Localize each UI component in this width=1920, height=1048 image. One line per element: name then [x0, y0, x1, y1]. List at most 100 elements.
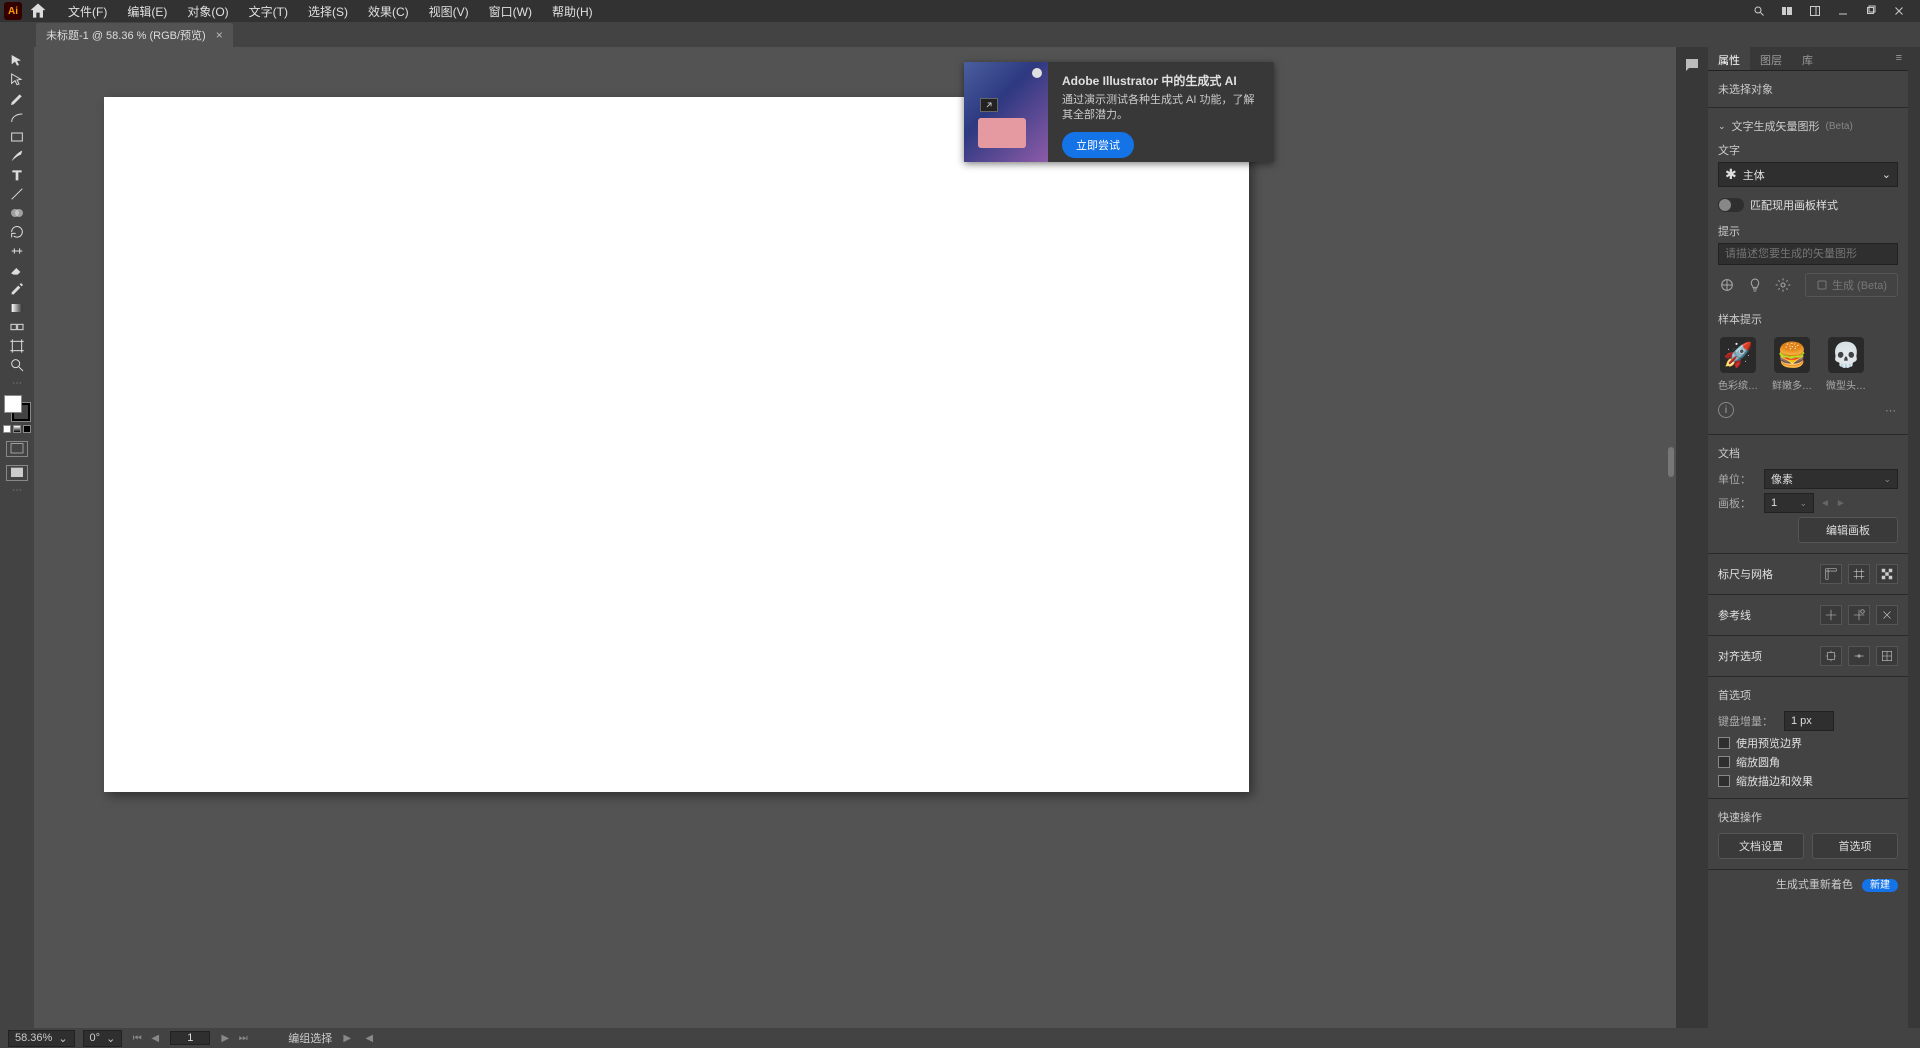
tab-layers[interactable]: 图层	[1750, 47, 1792, 70]
doc-settings-button[interactable]: 文档设置	[1718, 833, 1804, 859]
kbd-increment-input[interactable]	[1784, 711, 1834, 731]
popup-open-icon[interactable]	[980, 98, 998, 112]
menu-window[interactable]: 窗口(W)	[479, 0, 542, 24]
transparency-grid-icon[interactable]	[1876, 564, 1898, 584]
shape-builder-tool[interactable]	[3, 203, 31, 222]
smart-guides-icon[interactable]	[1876, 605, 1898, 625]
zoom-select[interactable]: 58.36%⌄	[8, 1030, 75, 1047]
artboard-index-input[interactable]	[170, 1031, 210, 1045]
menu-type[interactable]: 文字(T)	[239, 0, 298, 24]
canvas-area[interactable]: Adobe Illustrator 中的生成式 AI 通过演示测试各种生成式 A…	[34, 47, 1676, 1028]
gradient-tool[interactable]	[3, 298, 31, 317]
menu-object[interactable]: 对象(O)	[177, 0, 238, 24]
prev-artboard-icon[interactable]: ◀	[148, 1031, 162, 1045]
next-artboard-icon[interactable]: ▶	[218, 1031, 232, 1045]
minimize-icon[interactable]	[1836, 4, 1850, 18]
line-tool[interactable]	[3, 184, 31, 203]
gear-icon[interactable]	[1774, 276, 1792, 294]
menu-select[interactable]: 选择(S)	[298, 0, 358, 24]
edit-artboard-button[interactable]: 编辑画板	[1798, 517, 1898, 543]
eraser-tool[interactable]	[3, 260, 31, 279]
pen-tool[interactable]	[3, 89, 31, 108]
artboard-tool[interactable]	[3, 336, 31, 355]
menu-file[interactable]: 文件(F)	[58, 0, 117, 24]
show-guides-icon[interactable]	[1820, 605, 1842, 625]
snap-point-icon[interactable]	[1848, 646, 1870, 666]
fill-swatch[interactable]	[4, 395, 22, 413]
scroll-left-icon[interactable]: ◀	[362, 1031, 376, 1045]
prompt-input[interactable]	[1718, 243, 1898, 265]
comments-panel-icon[interactable]	[1680, 53, 1704, 77]
generate-button[interactable]: 生成 (Beta)	[1805, 273, 1898, 297]
menu-view[interactable]: 视图(V)	[419, 0, 479, 24]
curvature-tool[interactable]	[3, 108, 31, 127]
selection-tool[interactable]	[3, 51, 31, 70]
color-mode-none[interactable]	[23, 425, 31, 433]
panel-scrollbar[interactable]	[1908, 47, 1920, 1028]
maximize-icon[interactable]	[1864, 4, 1878, 18]
zoom-tool[interactable]	[3, 355, 31, 374]
toolbar-more-icon[interactable]: ⋯	[12, 485, 22, 496]
first-artboard-icon[interactable]: ⏮	[130, 1031, 144, 1045]
doc-tab[interactable]: 未标题-1 @ 58.36 % (RGB/预览) ×	[36, 23, 233, 47]
menu-help[interactable]: 帮助(H)	[542, 0, 603, 24]
width-tool[interactable]	[3, 241, 31, 260]
blend-tool[interactable]	[3, 317, 31, 336]
menu-effect[interactable]: 效果(C)	[358, 0, 419, 24]
preferences-button[interactable]: 首选项	[1812, 833, 1898, 859]
screen-mode-icon[interactable]	[6, 465, 28, 481]
canvas-scrollbar-vertical[interactable]	[1668, 447, 1674, 477]
panel-menu-icon[interactable]: ≡	[1890, 47, 1908, 70]
gen-recolor-new-button[interactable]: 新建	[1862, 879, 1898, 892]
arrange-docs-icon[interactable]	[1780, 4, 1794, 18]
eyedropper-tool[interactable]	[3, 279, 31, 298]
search-icon[interactable]	[1752, 4, 1766, 18]
artboard[interactable]	[104, 97, 1249, 792]
snap-grid-icon[interactable]	[1876, 646, 1898, 666]
snap-pixel-icon[interactable]	[1820, 646, 1842, 666]
t2v-accordion[interactable]: ⌄ 文字生成矢量图形 (Beta)	[1718, 114, 1898, 138]
last-artboard-icon[interactable]: ⏭	[236, 1031, 250, 1045]
more-options-icon[interactable]: ⋯	[1885, 404, 1898, 417]
grid-icon[interactable]	[1848, 564, 1870, 584]
lightbulb-icon[interactable]	[1746, 276, 1764, 294]
style-picker-icon[interactable]	[1718, 276, 1736, 294]
close-window-icon[interactable]	[1892, 4, 1906, 18]
rotate-tool[interactable]	[3, 222, 31, 241]
color-mode-solid[interactable]	[3, 425, 11, 433]
sample-burger[interactable]: 🍔 鲜嫩多…	[1772, 337, 1812, 392]
workspace-icon[interactable]	[1808, 4, 1822, 18]
sample-skull[interactable]: 💀 微型头…	[1826, 337, 1866, 392]
artboard-next-icon[interactable]: ►	[1836, 498, 1846, 509]
lock-guides-icon[interactable]	[1848, 605, 1870, 625]
edit-toolbar-icon[interactable]: ⋯	[12, 378, 22, 389]
close-tab-icon[interactable]: ×	[216, 28, 223, 42]
menu-edit[interactable]: 编辑(E)	[117, 0, 177, 24]
sample-rocket[interactable]: 🚀 色彩缤…	[1718, 337, 1758, 392]
tab-properties[interactable]: 属性	[1708, 47, 1750, 70]
properties-panel: 属性 图层 库 ≡ 未选择对象 ⌄ 文字生成矢量图形 (Beta) 文字 ✱ 主…	[1708, 47, 1908, 1028]
rulers-icon[interactable]	[1820, 564, 1842, 584]
home-icon[interactable]	[28, 1, 48, 21]
scale-corners-checkbox[interactable]	[1718, 756, 1730, 768]
info-icon[interactable]: i	[1718, 402, 1734, 418]
direct-selection-tool[interactable]	[3, 70, 31, 89]
color-mode-gradient[interactable]	[13, 425, 21, 433]
units-select[interactable]: 像素⌄	[1764, 469, 1898, 489]
t2v-type-select[interactable]: ✱ 主体 ⌄	[1718, 162, 1898, 187]
match-style-toggle[interactable]	[1718, 198, 1744, 212]
popup-close-dot[interactable]	[1032, 68, 1042, 78]
type-tool[interactable]	[3, 165, 31, 184]
tab-libraries[interactable]: 库	[1792, 47, 1823, 70]
preview-bounds-checkbox[interactable]	[1718, 737, 1730, 749]
rotation-select[interactable]: 0°⌄	[83, 1030, 123, 1047]
fill-stroke-control[interactable]	[4, 395, 30, 421]
popup-try-button[interactable]: 立即尝试	[1062, 132, 1134, 158]
artboard-select[interactable]: 1⌄	[1764, 493, 1814, 513]
drawing-mode-icon[interactable]	[6, 441, 28, 457]
mode-dropdown-icon[interactable]: ▶	[340, 1031, 354, 1045]
scale-strokes-checkbox[interactable]	[1718, 775, 1730, 787]
paintbrush-tool[interactable]	[3, 146, 31, 165]
rectangle-tool[interactable]	[3, 127, 31, 146]
artboard-prev-icon[interactable]: ◄	[1820, 498, 1830, 509]
